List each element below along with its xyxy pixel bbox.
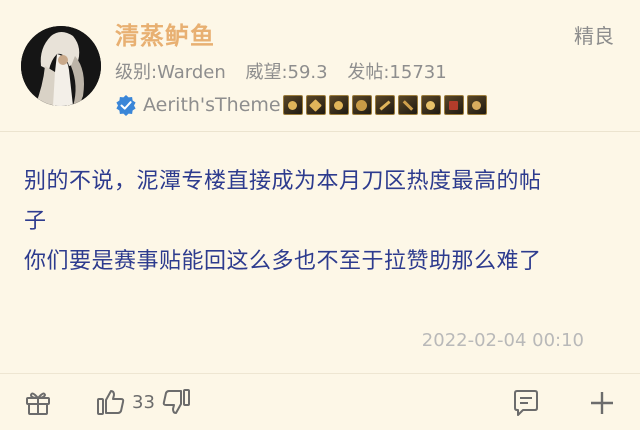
- gift-icon: [26, 392, 50, 415]
- verified-icon: [116, 95, 136, 116]
- grade-label: 精良: [574, 24, 614, 48]
- avatar[interactable]: [21, 26, 101, 106]
- post-timestamp: 2022-02-04 00:10: [421, 330, 584, 351]
- plus-icon: [591, 392, 613, 414]
- thumbs-up-icon[interactable]: [96, 388, 126, 416]
- action-bar: 33: [0, 384, 640, 424]
- medal-badges: [282, 95, 487, 115]
- medal-badge[interactable]: [466, 95, 487, 115]
- post-header: 清蒸鲈鱼 精良 级别:Warden 威望:59.3 发帖:15731 Aerit…: [0, 0, 640, 130]
- content-line: 别的不说，泥潭专楼直接成为本月刀区热度最高的帖: [24, 169, 542, 194]
- post-count-text: 发帖:15731: [347, 62, 447, 83]
- content-line: 你们要是赛事贴能回这么多也不至于拉赞助那么难了: [24, 249, 542, 274]
- user-stats: 级别:Warden 威望:59.3 发帖:15731: [115, 58, 461, 84]
- medal-badge[interactable]: [351, 95, 372, 115]
- prestige-text: 威望:59.3: [245, 62, 328, 83]
- header-divider: [0, 131, 640, 132]
- medal-badge[interactable]: [374, 95, 395, 115]
- theme-name: Aerith'sTheme: [143, 94, 281, 116]
- comment-icon: [514, 390, 538, 416]
- level-text: 级别:Warden: [115, 62, 226, 83]
- medal-badge[interactable]: [443, 95, 464, 115]
- username[interactable]: 清蒸鲈鱼: [115, 16, 215, 51]
- comment-button[interactable]: [512, 389, 540, 417]
- medal-badge[interactable]: [328, 95, 349, 115]
- medal-badge[interactable]: [282, 95, 303, 115]
- add-button[interactable]: [588, 389, 616, 417]
- like-group: 33: [96, 388, 191, 416]
- like-count: 33: [132, 391, 155, 413]
- medal-badge[interactable]: [305, 95, 326, 115]
- post-content: 别的不说，泥潭专楼直接成为本月刀区热度最高的帖 子 你们要是赛事贴能回这么多也不…: [24, 162, 624, 282]
- avatar-image: [21, 26, 101, 106]
- medal-badge[interactable]: [420, 95, 441, 115]
- footer-divider: [0, 373, 640, 374]
- content-line: 子: [24, 209, 47, 234]
- thumbs-down-icon[interactable]: [161, 388, 191, 416]
- gift-button[interactable]: [24, 388, 52, 416]
- theme-row: Aerith'sTheme: [115, 92, 487, 118]
- medal-badge[interactable]: [397, 95, 418, 115]
